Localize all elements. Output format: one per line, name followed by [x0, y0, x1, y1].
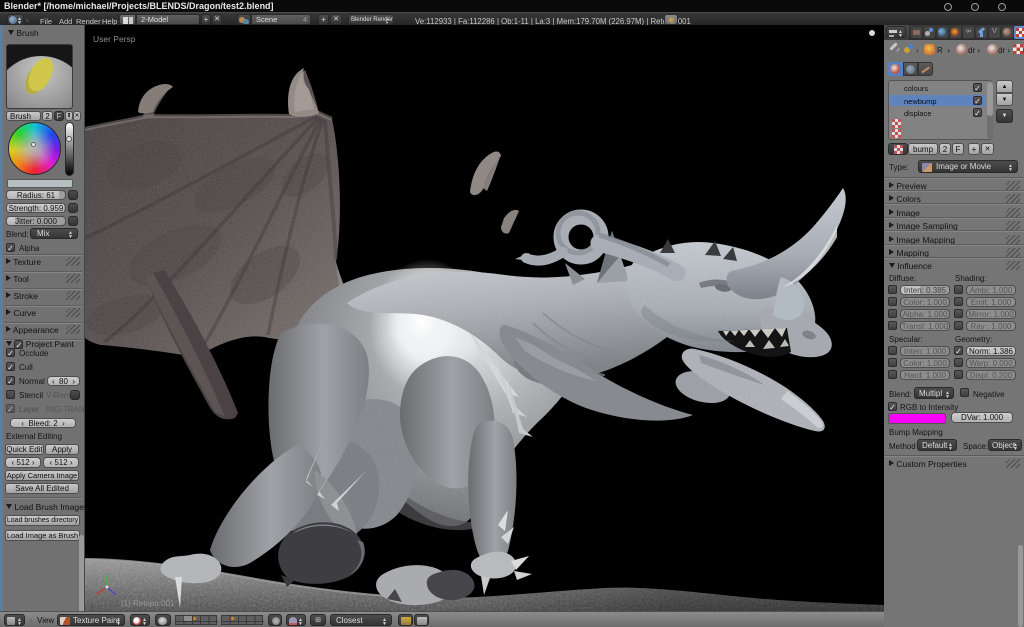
- svg-text:(1) Retopo.001: (1) Retopo.001: [121, 599, 175, 608]
- svg-text:User Persp: User Persp: [93, 34, 136, 44]
